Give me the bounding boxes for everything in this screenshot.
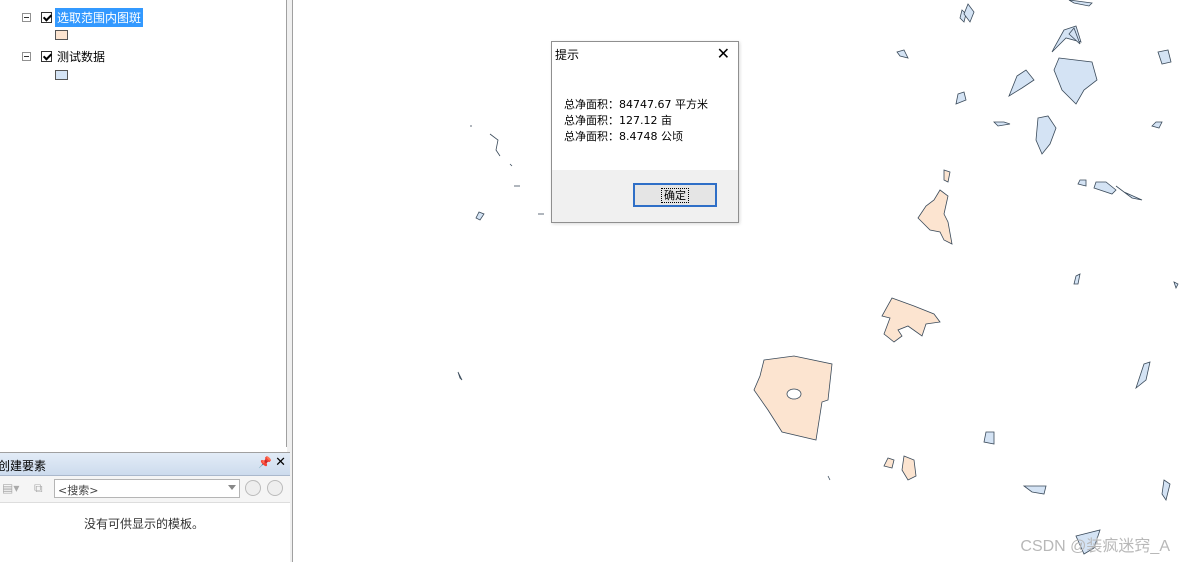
dialog-message: 总净面积：84747.67 平方米 总净面积：127.12 亩 总净面积：8.4… [564,97,708,145]
ok-button-label: 确定 [661,187,689,203]
message-dialog: 提示 ✕ 总净面积：84747.67 平方米 总净面积：127.12 亩 总净面… [551,41,739,223]
ok-button[interactable]: 确定 [633,183,717,207]
area-sqm-line: 总净面积：84747.67 平方米 [564,98,708,111]
chevron-down-icon[interactable] [228,485,236,490]
layer-visibility-checkbox[interactable] [41,51,52,62]
close-icon[interactable]: ✕ [275,455,286,470]
layer-visibility-checkbox[interactable] [41,12,52,23]
template-properties-icon[interactable]: ⧉ [34,482,48,495]
layer-name[interactable]: 测试数据 [55,47,107,66]
search-placeholder: <搜索> [58,484,99,497]
table-of-contents: 选取范围内图斑 测试数据 [0,0,287,447]
dialog-footer: 确定 [552,170,738,222]
layer-symbol-swatch[interactable] [55,30,68,40]
organize-templates-icon[interactable]: ▤▾ [2,482,19,495]
search-icon[interactable] [245,480,261,496]
panel-title: 创建要素 [0,459,47,473]
selected-patch-features [753,169,953,481]
layer-row-selected-patches[interactable]: 选取范围内图斑 [22,8,144,27]
collapse-toggle[interactable] [22,52,31,61]
map-canvas[interactable] [294,0,1186,562]
watermark-text: CSDN @装疯迷窍_A [1020,538,1170,555]
collapse-toggle[interactable] [22,13,31,22]
create-features-panel: 创建要素 📌 ✕ ▤▾ ⧉ <搜索> 没有可供显示的模板。 [0,452,290,563]
layer-row-test-data[interactable]: 测试数据 [22,47,107,66]
layer-name[interactable]: 选取范围内图斑 [55,8,144,27]
empty-templates-message: 没有可供显示的模板。 [83,517,204,531]
area-hectare-line: 总净面积：8.4748 公顷 [564,130,683,143]
panel-title-bar: 创建要素 📌 ✕ [0,453,290,476]
layer-symbol-swatch[interactable] [55,70,68,80]
create-features-toolbar: ▤▾ ⧉ <搜索> [0,476,290,503]
search-options-icon[interactable] [267,480,283,496]
close-icon[interactable]: ✕ [717,44,730,63]
patch-holes [786,388,802,400]
area-mu-line: 总净面积：127.12 亩 [564,114,672,127]
pin-icon[interactable]: 📌 [258,456,272,469]
template-search-input[interactable]: <搜索> [54,479,240,498]
map-view[interactable] [294,0,1186,562]
dialog-title: 提示 [555,48,580,62]
